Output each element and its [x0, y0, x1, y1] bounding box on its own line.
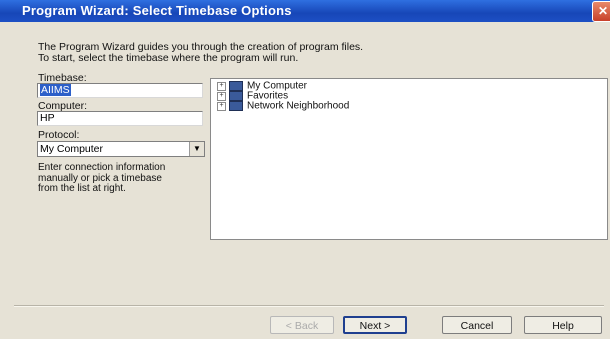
back-button[interactable]: < Back — [270, 316, 334, 334]
protocol-label: Protocol: — [38, 129, 80, 141]
chevron-down-icon[interactable]: ▼ — [189, 142, 204, 156]
tree-item-label: Network Neighborhood — [247, 100, 350, 112]
expand-icon[interactable]: + — [217, 101, 226, 111]
tree-item-my-computer[interactable]: + My Computer — [217, 81, 307, 91]
next-button[interactable]: Next > — [343, 316, 407, 334]
help-line-1: Enter connection information — [38, 162, 166, 173]
expand-icon[interactable]: + — [217, 81, 226, 91]
help-button[interactable]: Help — [524, 316, 602, 334]
cancel-button[interactable]: Cancel — [442, 316, 512, 334]
tree-item-favorites[interactable]: + Favorites — [217, 91, 288, 101]
window-title: Program Wizard: Select Timebase Options — [22, 3, 292, 18]
timebase-value: AIIMS — [40, 84, 71, 96]
network-icon — [229, 101, 243, 111]
computer-icon — [229, 81, 243, 91]
title-bar[interactable]: Program Wizard: Select Timebase Options … — [0, 0, 610, 22]
expand-icon[interactable]: + — [217, 91, 226, 101]
favorites-icon — [229, 91, 243, 101]
help-text: Enter connection information manually or… — [38, 162, 208, 195]
help-line-3: from the list at right. — [38, 183, 126, 194]
protocol-select[interactable]: My Computer ▼ — [37, 141, 205, 157]
timebase-input[interactable]: AIIMS — [37, 83, 203, 98]
timebase-tree[interactable]: + My Computer + Favorites + Network Neighbo… — [210, 78, 608, 240]
footer-divider — [14, 305, 604, 307]
intro-text: The Program Wizard guides you through th… — [38, 42, 363, 64]
protocol-value: My Computer — [40, 143, 104, 155]
tree-item-network-neighborhood[interactable]: + Network Neighborhood — [217, 101, 349, 111]
computer-input[interactable]: HP — [37, 111, 203, 126]
close-icon[interactable]: ✕ — [592, 1, 610, 22]
intro-line-2: To start, select the timebase where the … — [38, 52, 299, 64]
